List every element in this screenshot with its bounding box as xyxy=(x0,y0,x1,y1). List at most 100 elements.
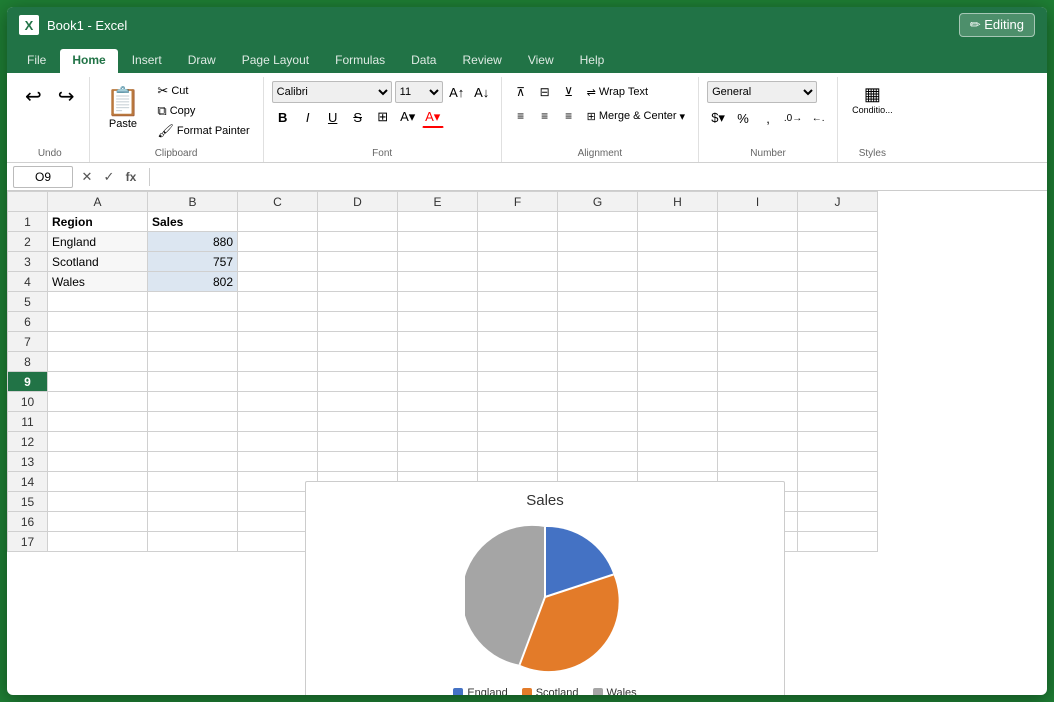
cell-G3[interactable] xyxy=(558,252,638,272)
cell-A5[interactable] xyxy=(48,292,148,312)
number-format-select[interactable]: General Number Currency Percentage xyxy=(707,81,817,103)
cell-J13[interactable] xyxy=(798,452,878,472)
cell-B14[interactable] xyxy=(148,472,238,492)
cell-I6[interactable] xyxy=(718,312,798,332)
cell-E11[interactable] xyxy=(398,412,478,432)
cell-B7[interactable] xyxy=(148,332,238,352)
cell-H2[interactable] xyxy=(638,232,718,252)
cell-J2[interactable] xyxy=(798,232,878,252)
cell-I11[interactable] xyxy=(718,412,798,432)
fill-color-button[interactable]: A▾ xyxy=(397,106,419,128)
cell-A9[interactable] xyxy=(48,372,148,392)
cell-C13[interactable] xyxy=(238,452,318,472)
cell-I5[interactable] xyxy=(718,292,798,312)
cell-C6[interactable] xyxy=(238,312,318,332)
font-color-button[interactable]: A▾ xyxy=(422,106,444,128)
strikethrough-button[interactable]: S xyxy=(347,106,369,128)
cell-A4[interactable]: Wales xyxy=(48,272,148,292)
cell-G2[interactable] xyxy=(558,232,638,252)
percent-button[interactable]: % xyxy=(732,107,754,129)
cell-E6[interactable] xyxy=(398,312,478,332)
cell-C4[interactable] xyxy=(238,272,318,292)
col-header-G[interactable]: G xyxy=(558,192,638,212)
cell-C9[interactable] xyxy=(238,372,318,392)
cell-E3[interactable] xyxy=(398,252,478,272)
cell-D12[interactable] xyxy=(318,432,398,452)
cell-G7[interactable] xyxy=(558,332,638,352)
cell-C11[interactable] xyxy=(238,412,318,432)
col-header-E[interactable]: E xyxy=(398,192,478,212)
tab-draw[interactable]: Draw xyxy=(176,49,228,73)
cell-J11[interactable] xyxy=(798,412,878,432)
col-header-C[interactable]: C xyxy=(238,192,318,212)
cell-G6[interactable] xyxy=(558,312,638,332)
tab-formulas[interactable]: Formulas xyxy=(323,49,397,73)
cell-G13[interactable] xyxy=(558,452,638,472)
cancel-formula-button[interactable]: ✕ xyxy=(77,167,97,187)
cell-I3[interactable] xyxy=(718,252,798,272)
cell-J10[interactable] xyxy=(798,392,878,412)
cell-J14[interactable] xyxy=(798,472,878,492)
cell-H12[interactable] xyxy=(638,432,718,452)
cell-A14[interactable] xyxy=(48,472,148,492)
confirm-formula-button[interactable]: ✓ xyxy=(99,167,119,187)
cell-A10[interactable] xyxy=(48,392,148,412)
cell-B5[interactable] xyxy=(148,292,238,312)
col-header-F[interactable]: F xyxy=(478,192,558,212)
cell-D13[interactable] xyxy=(318,452,398,472)
cell-H3[interactable] xyxy=(638,252,718,272)
formula-input[interactable] xyxy=(158,170,1041,184)
cell-E1[interactable] xyxy=(398,212,478,232)
cell-H6[interactable] xyxy=(638,312,718,332)
currency-button[interactable]: $▾ xyxy=(707,107,729,129)
italic-button[interactable]: I xyxy=(297,106,319,128)
tab-data[interactable]: Data xyxy=(399,49,448,73)
cell-B16[interactable] xyxy=(148,512,238,532)
cell-C10[interactable] xyxy=(238,392,318,412)
decrease-decimal-button[interactable]: ←. xyxy=(807,107,829,129)
comma-button[interactable]: , xyxy=(757,107,779,129)
cell-F2[interactable] xyxy=(478,232,558,252)
cell-D8[interactable] xyxy=(318,352,398,372)
cell-B3[interactable]: 757 xyxy=(148,252,238,272)
cell-I10[interactable] xyxy=(718,392,798,412)
cell-B4[interactable]: 802 xyxy=(148,272,238,292)
align-center-button[interactable]: ≡ xyxy=(534,105,556,127)
cell-A8[interactable] xyxy=(48,352,148,372)
cell-G10[interactable] xyxy=(558,392,638,412)
col-header-H[interactable]: H xyxy=(638,192,718,212)
cell-C12[interactable] xyxy=(238,432,318,452)
cell-G1[interactable] xyxy=(558,212,638,232)
col-header-I[interactable]: I xyxy=(718,192,798,212)
cell-B10[interactable] xyxy=(148,392,238,412)
align-bottom-button[interactable]: ⊻ xyxy=(558,81,580,103)
cell-I1[interactable] xyxy=(718,212,798,232)
align-right-button[interactable]: ≡ xyxy=(558,105,580,127)
cell-F4[interactable] xyxy=(478,272,558,292)
cell-A7[interactable] xyxy=(48,332,148,352)
cell-I4[interactable] xyxy=(718,272,798,292)
align-top-button[interactable]: ⊼ xyxy=(510,81,532,103)
cell-D1[interactable] xyxy=(318,212,398,232)
cell-J5[interactable] xyxy=(798,292,878,312)
grid-container[interactable]: A B C D E F G H I J 1RegionSales2England… xyxy=(7,191,1047,695)
cell-B2[interactable]: 880 xyxy=(148,232,238,252)
cell-C1[interactable] xyxy=(238,212,318,232)
cell-E12[interactable] xyxy=(398,432,478,452)
col-header-D[interactable]: D xyxy=(318,192,398,212)
cell-C7[interactable] xyxy=(238,332,318,352)
cell-I8[interactable] xyxy=(718,352,798,372)
cell-F12[interactable] xyxy=(478,432,558,452)
tab-page-layout[interactable]: Page Layout xyxy=(230,49,321,73)
cell-J4[interactable] xyxy=(798,272,878,292)
cell-A11[interactable] xyxy=(48,412,148,432)
increase-font-button[interactable]: A↑ xyxy=(446,81,468,103)
cell-reference-input[interactable] xyxy=(13,166,73,188)
paste-button[interactable]: 📋 Paste xyxy=(98,81,149,134)
cell-F1[interactable] xyxy=(478,212,558,232)
cell-E8[interactable] xyxy=(398,352,478,372)
cell-F6[interactable] xyxy=(478,312,558,332)
cell-J9[interactable] xyxy=(798,372,878,392)
cell-I7[interactable] xyxy=(718,332,798,352)
font-family-select[interactable]: Calibri xyxy=(272,81,392,103)
